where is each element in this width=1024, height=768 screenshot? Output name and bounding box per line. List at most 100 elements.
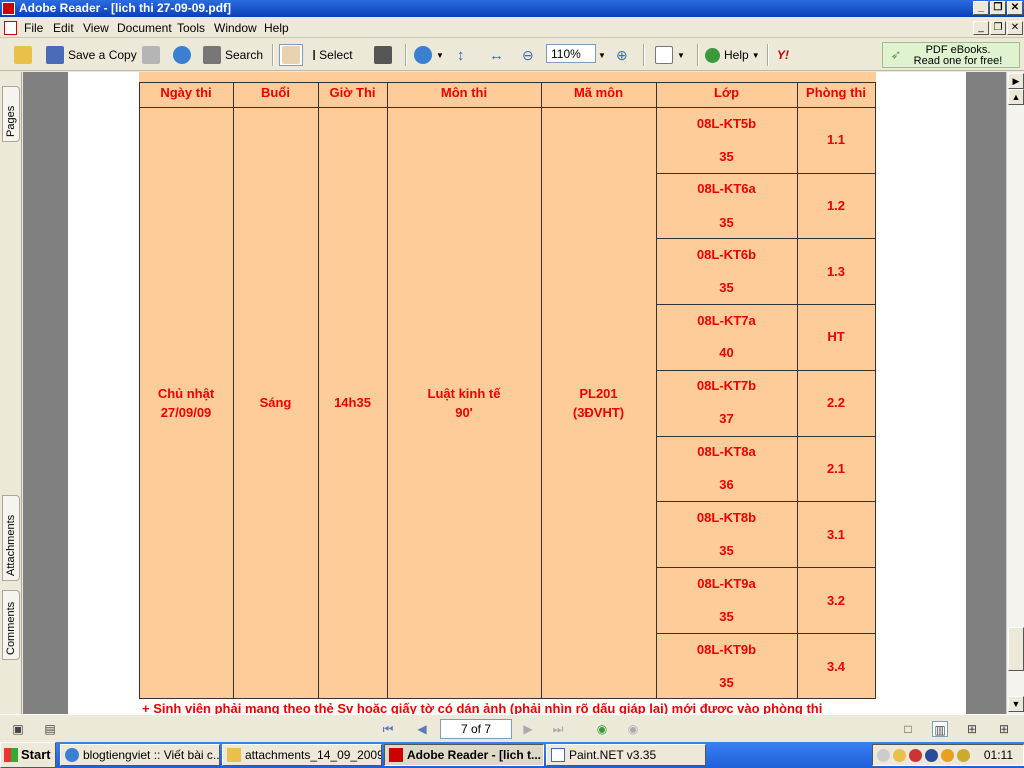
table-border bbox=[656, 567, 876, 568]
taskbar-item-browser[interactable]: blogtiengviet :: Viết bài c... bbox=[60, 744, 220, 766]
doc-minimize-button[interactable]: _ bbox=[973, 21, 989, 35]
tray-shield-icon[interactable] bbox=[909, 749, 922, 762]
zoom-out-icon: ⊖ bbox=[522, 46, 534, 63]
tray-network-icon[interactable] bbox=[925, 749, 938, 762]
continuous-facing-icon[interactable]: ⊞ bbox=[996, 721, 1012, 737]
subject-code-cell: PL201 (3ĐVHT) bbox=[541, 384, 656, 422]
taskbar-item-paint-net[interactable]: Paint.NET v3.35 bbox=[546, 744, 706, 766]
taskbar-item-label: blogtiengviet :: Viết bài c... bbox=[83, 748, 220, 762]
class-name: 08L-KT6b bbox=[696, 247, 757, 262]
scroll-right-arrow-icon[interactable]: ▶ bbox=[1008, 73, 1024, 89]
pages-tab[interactable]: Pages bbox=[2, 86, 20, 142]
attachments-tab-label: Attachments bbox=[5, 514, 17, 576]
comments-tab-label: Comments bbox=[5, 601, 17, 655]
taskbar-item-label: Paint.NET v3.35 bbox=[569, 748, 657, 762]
text-cursor-icon: I bbox=[312, 46, 317, 64]
doc-restore-button[interactable]: ❐ bbox=[990, 21, 1006, 35]
snapshot-button[interactable] bbox=[374, 44, 396, 66]
clock: 01:11 bbox=[983, 748, 1013, 762]
menu-file[interactable]: File bbox=[24, 21, 43, 35]
adobe-reader-icon bbox=[389, 748, 403, 762]
tray-app-icon[interactable] bbox=[941, 749, 954, 762]
next-page-icon[interactable]: ▶ bbox=[520, 721, 536, 737]
room-cell: HT bbox=[827, 329, 845, 344]
pdf-ebooks-button[interactable]: ➶ PDF eBooks. Read one for free! bbox=[882, 42, 1020, 68]
scroll-up-arrow-icon[interactable]: ▲ bbox=[1008, 89, 1024, 105]
class-name: 08L-KT8b bbox=[696, 510, 757, 525]
pages-tab-label: Pages bbox=[5, 105, 17, 137]
zoom-dropdown-button[interactable]: ▼ bbox=[598, 44, 606, 66]
taskbar-item-adobe-reader[interactable]: Adobe Reader - [lich t... bbox=[384, 744, 544, 766]
ebooks-line2: Read one for free! bbox=[913, 55, 1003, 67]
actual-size-button[interactable]: ↕ bbox=[457, 44, 465, 66]
taskbar-item-folder[interactable]: attachments_14_09_2009 bbox=[222, 744, 382, 766]
table-border bbox=[139, 107, 876, 108]
doc-close-button[interactable]: ✕ bbox=[1007, 21, 1023, 35]
continuous-page-icon[interactable]: ▥ bbox=[932, 721, 948, 737]
tray-volume-icon[interactable] bbox=[893, 749, 906, 762]
go-forward-icon[interactable]: ◉ bbox=[625, 721, 641, 737]
header-class: Lớp bbox=[713, 85, 740, 100]
help-button[interactable]: Help ▼ bbox=[705, 44, 760, 66]
yahoo-button[interactable]: Y! bbox=[777, 44, 789, 66]
comments-tab[interactable]: Comments bbox=[2, 590, 20, 660]
fit-width-button[interactable]: ↔ bbox=[489, 44, 504, 66]
first-page-icon[interactable]: ⏮ bbox=[380, 721, 396, 737]
table-border bbox=[139, 698, 876, 699]
class-count: 37 bbox=[719, 411, 734, 426]
menu-document[interactable]: Document bbox=[117, 21, 172, 35]
facing-pages-icon[interactable]: ⊞ bbox=[964, 721, 980, 737]
zoom-input[interactable]: 110% bbox=[546, 44, 596, 63]
vertical-scrollbar[interactable]: ▶ ▲ ▼ bbox=[1006, 72, 1024, 714]
pdf-document-icon[interactable] bbox=[4, 21, 17, 35]
layout-icon[interactable]: ▤ bbox=[42, 721, 58, 737]
open-button[interactable] bbox=[14, 44, 36, 66]
zoom-in-icon: ⊕ bbox=[616, 46, 628, 63]
table-border bbox=[656, 436, 876, 437]
table-border bbox=[656, 173, 876, 174]
class-count: 35 bbox=[719, 215, 734, 230]
hand-tool-button[interactable] bbox=[279, 44, 303, 66]
rotate-view-button[interactable]: ▼ bbox=[655, 44, 685, 66]
menu-tools[interactable]: Tools bbox=[177, 21, 205, 35]
select-tool-button[interactable]: I Select bbox=[312, 44, 353, 66]
menu-view[interactable]: View bbox=[83, 21, 109, 35]
tray-status-icon[interactable] bbox=[877, 749, 890, 762]
zoom-in-button[interactable]: ⊕ bbox=[616, 44, 628, 66]
page-number-input[interactable]: 7 of 7 bbox=[440, 719, 512, 739]
scroll-down-arrow-icon[interactable]: ▼ bbox=[1008, 696, 1024, 712]
print-button[interactable] bbox=[142, 44, 164, 66]
header-subject-code: Mã môn bbox=[573, 85, 624, 100]
menu-edit[interactable]: Edit bbox=[53, 21, 74, 35]
table-border bbox=[318, 82, 319, 699]
attachments-tab[interactable]: Attachments bbox=[2, 495, 20, 581]
tray-messenger-icon[interactable] bbox=[957, 749, 970, 762]
start-button[interactable]: Start bbox=[0, 742, 56, 768]
zoom-out-button[interactable]: ⊖ bbox=[522, 44, 534, 66]
search-button[interactable]: Search bbox=[203, 44, 263, 66]
table-border bbox=[656, 238, 876, 239]
zoom-in-tool-button[interactable]: ▼ bbox=[414, 44, 444, 66]
restore-button[interactable]: ❐ bbox=[990, 1, 1006, 15]
taskbar-item-label: Adobe Reader - [lich t... bbox=[407, 748, 542, 762]
close-button[interactable]: ✕ bbox=[1007, 1, 1023, 15]
last-page-icon[interactable]: ⏭ bbox=[550, 721, 566, 737]
header-time: Giờ Thi bbox=[329, 85, 376, 100]
previous-page-icon[interactable]: ◀ bbox=[414, 721, 430, 737]
room-cell: 1.2 bbox=[826, 198, 846, 213]
minimize-button[interactable]: _ bbox=[973, 1, 989, 15]
page-size-icon[interactable]: ▣ bbox=[10, 721, 26, 737]
class-count: 35 bbox=[719, 149, 734, 164]
save-copy-button[interactable]: Save a Copy bbox=[46, 44, 137, 66]
email-button[interactable] bbox=[173, 44, 195, 66]
menu-window[interactable]: Window bbox=[214, 21, 257, 35]
class-count: 35 bbox=[719, 543, 734, 558]
internet-explorer-icon bbox=[65, 748, 79, 762]
single-page-icon[interactable]: □ bbox=[900, 721, 916, 737]
pdf-page: Ngày thi Buổi Giờ Thi Môn thi Mã môn Lớp… bbox=[68, 72, 966, 714]
go-back-icon[interactable]: ◉ bbox=[594, 721, 610, 737]
document-viewport[interactable]: Ngày thi Buổi Giờ Thi Môn thi Mã môn Lớp… bbox=[23, 72, 1006, 714]
binoculars-icon bbox=[203, 46, 221, 64]
scrollbar-thumb[interactable] bbox=[1008, 627, 1024, 671]
menu-help[interactable]: Help bbox=[264, 21, 289, 35]
